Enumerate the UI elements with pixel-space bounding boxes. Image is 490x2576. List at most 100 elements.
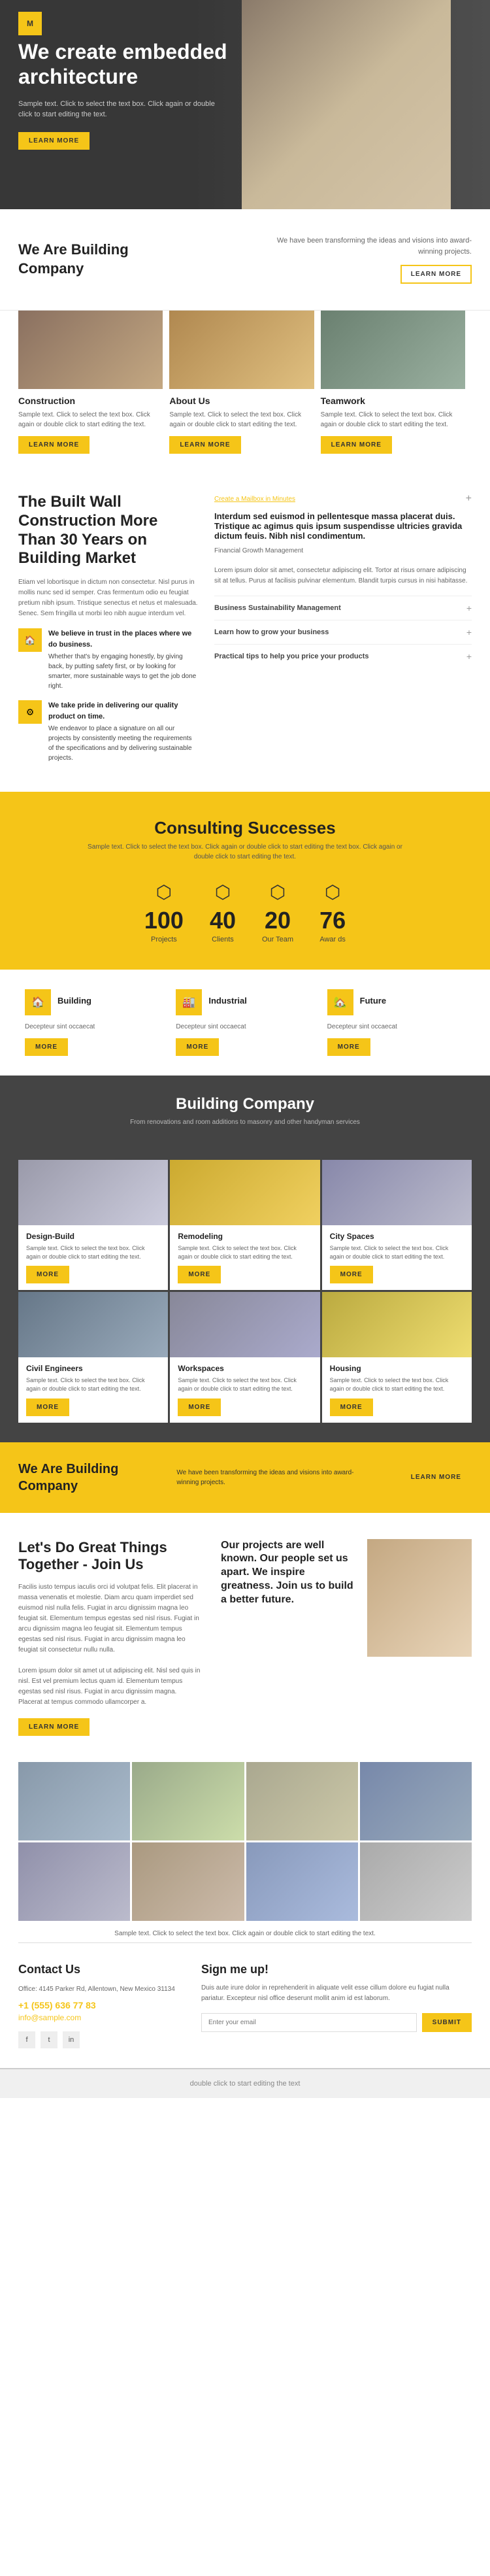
product-heading: We take pride in delivering our quality … [48,700,199,722]
building-intro-right: We have been transforming the ideas and … [276,235,472,284]
signup-submit-button[interactable]: SUBMIT [422,2013,472,2032]
gallery-photo-8 [360,1842,472,1921]
aboutus-image [169,311,314,389]
housing-image [322,1292,472,1357]
stat-clients: ⬡ 40 Clients [210,881,236,943]
built-wall-description: Etiam vel lobortisque in dictum non cons… [18,577,199,619]
right-add-icon[interactable]: + [466,493,472,505]
signup-description: Duis aute irure dolor in reprehenderit i… [201,1983,472,2004]
accordion-item-1[interactable]: Learn how to grow your business + [214,620,472,644]
hero-cta-button[interactable]: LEARN MORE [18,132,90,150]
remodeling-content: Remodeling Sample text. Click to select … [170,1225,319,1290]
right-link[interactable]: Create a Mailbox in Minutes [214,496,295,503]
team-icon: ⬡ [262,881,293,903]
social-icons-row: f t in [18,2031,182,2048]
three-types-section: 🏠 Building Decepteur sint occaecat MORE … [0,970,490,1076]
signup-email-input[interactable] [201,2013,417,2032]
construction-description: Sample text. Click to select the text bo… [18,410,163,430]
projects-label: Projects [144,936,184,943]
building-type-title: Building [57,996,91,1006]
product-box: ⚙ We take pride in delivering our qualit… [18,700,199,763]
teamwork-cta[interactable]: LEARN MORE [321,436,392,454]
gallery-photo-3 [246,1762,358,1840]
projects-number: 100 [144,907,184,934]
grid-card-remodeling: Remodeling Sample text. Click to select … [170,1160,319,1290]
building-type-cta[interactable]: MORE [25,1038,68,1056]
right-subheading: Financial Growth Management [214,546,472,556]
civil-title: Civil Engineers [26,1364,160,1373]
design-build-cta[interactable]: MORE [26,1266,69,1283]
stat-awards: ⬡ 76 Awar ds [319,881,346,943]
great-things-cta[interactable]: LEARN MORE [18,1718,90,1736]
industrial-type-description: Decepteur sint occaecat [176,1022,314,1032]
remodeling-cta[interactable]: MORE [178,1266,221,1283]
footer-section: Contact Us Office: 4145 Parker Rd, Allen… [0,1943,490,2068]
accordion-icon-0: + [466,603,472,613]
consulting-description: Sample text. Click to select the text bo… [82,842,408,862]
clients-number: 40 [210,907,236,934]
aboutus-cta[interactable]: LEARN MORE [169,436,240,454]
great-things-right: Our projects are well known. Our people … [221,1539,472,1737]
grid-card-city-spaces: City Spaces Sample text. Click to select… [322,1160,472,1290]
yellow-cta2-description: We have been transforming the ideas and … [176,1468,359,1487]
remodeling-title: Remodeling [178,1232,312,1241]
workspaces-title: Workspaces [178,1364,312,1373]
instagram-icon[interactable]: in [63,2031,80,2048]
building-type-description: Decepteur sint occaecat [25,1022,163,1032]
building-dark-section: Building Company From renovations and ro… [0,1076,490,1160]
photo-gallery [0,1762,490,1921]
accordion-label-1: Learn how to grow your business [214,628,329,636]
edit-bar: double click to start editing the text [0,2068,490,2098]
hero-person-image [242,0,451,209]
gallery-caption: Sample text. Click to select the text bo… [0,1921,490,1942]
construction-title: Construction [18,396,163,406]
industrial-type-icon-row: 🏭 Industrial [176,989,314,1015]
accordion-icon-1: + [466,627,472,637]
city-spaces-content: City Spaces Sample text. Click to select… [322,1225,472,1290]
civil-cta[interactable]: MORE [26,1398,69,1416]
contact-address: Office: 4145 Parker Rd, Allentown, New M… [18,1984,182,1995]
grid-card-workspaces: Workspaces Sample text. Click to select … [170,1292,319,1422]
gallery-photo-4 [360,1762,472,1840]
gallery-photo-6 [132,1842,244,1921]
design-build-content: Design-Build Sample text. Click to selec… [18,1225,168,1290]
built-wall-left: The Built Wall Construction More Than 30… [18,493,214,772]
gallery-photo-7 [246,1842,358,1921]
great-things-section: Let's Do Great Things Together - Join Us… [0,1513,490,1763]
contact-email: info@sample.com [18,2013,182,2022]
housing-title: Housing [330,1364,464,1373]
projects-icon: ⬡ [144,881,184,903]
construction-cta[interactable]: LEARN MORE [18,436,90,454]
future-type-cta[interactable]: MORE [327,1038,370,1056]
workspaces-content: Workspaces Sample text. Click to select … [170,1357,319,1422]
right-heading: Interdum sed euismod in pellentesque mas… [214,511,472,541]
housing-cta[interactable]: MORE [330,1398,373,1416]
trust-icon: 🏠 [18,628,42,652]
signup-heading: Sign me up! [201,1963,472,1976]
trust-box: 🏠 We believe in trust in the places wher… [18,628,199,691]
twitter-icon[interactable]: t [41,2031,57,2048]
industrial-type-cta[interactable]: MORE [176,1038,219,1056]
accordion-item-2[interactable]: Practical tips to help you price your pr… [214,644,472,668]
building-intro-section: We Are Building Company We have been tra… [0,209,490,310]
facebook-icon[interactable]: f [18,2031,35,2048]
stat-projects: ⬡ 100 Projects [144,881,184,943]
civil-description: Sample text. Click to select the text bo… [26,1376,160,1393]
type-future: 🏡 Future Decepteur sint occaecat MORE [321,989,472,1056]
accordion-item-0[interactable]: Business Sustainability Management + [214,596,472,620]
workspaces-cta[interactable]: MORE [178,1398,221,1416]
stats-row: ⬡ 100 Projects ⬡ 40 Clients ⬡ 20 Our Tea… [18,881,472,943]
card-construction: Construction Sample text. Click to selec… [18,311,169,454]
housing-description: Sample text. Click to select the text bo… [330,1376,464,1393]
building-intro-cta[interactable]: LEARN MORE [400,265,472,284]
construction-image [18,311,163,389]
hero-section: M We create embedded architecture Sample… [0,0,490,209]
city-spaces-cta[interactable]: MORE [330,1266,373,1283]
hero-description: Sample text. Click to select the text bo… [18,99,227,120]
yellow-cta2-button[interactable]: LEARN MORE [400,1468,472,1487]
clients-icon: ⬡ [210,881,236,903]
trust-text: We believe in trust in the places where … [48,628,199,691]
awards-label: Awar ds [319,936,346,943]
civil-content: Civil Engineers Sample text. Click to se… [18,1357,168,1422]
building-intro-heading: We Are Building Company [18,241,149,278]
